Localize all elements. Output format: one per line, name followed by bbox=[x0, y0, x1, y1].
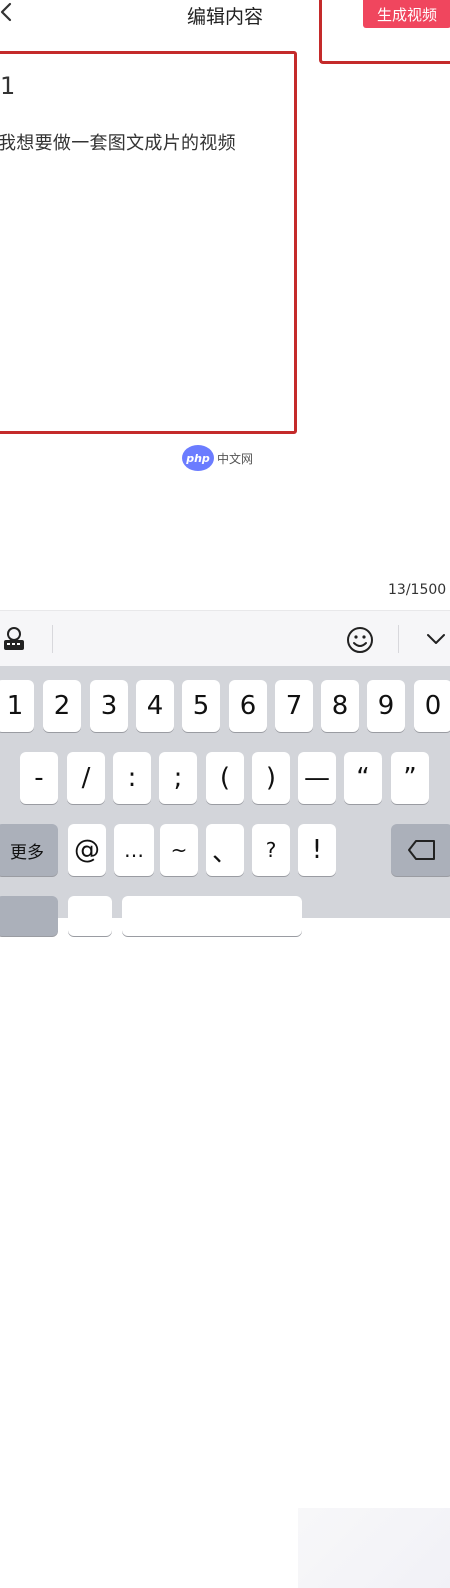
keyboard-toolbar bbox=[0, 610, 450, 667]
generate-video-button[interactable]: 生成视频 bbox=[363, 0, 450, 28]
key-left-quote[interactable]: “ bbox=[344, 752, 382, 804]
key-2[interactable]: 2 bbox=[43, 680, 81, 732]
key-0[interactable]: 0 bbox=[414, 680, 450, 732]
key-at[interactable]: @ bbox=[68, 824, 106, 876]
editor-content-text[interactable]: 我想要做一套图文成片的视频 bbox=[0, 129, 236, 155]
voice-keyboard-icon[interactable] bbox=[0, 625, 28, 657]
key-3[interactable]: 3 bbox=[90, 680, 128, 732]
key-question[interactable]: ? bbox=[252, 824, 290, 876]
key-hyphen[interactable]: - bbox=[20, 752, 58, 804]
key-4[interactable]: 4 bbox=[136, 680, 174, 732]
collapse-chevron-icon[interactable] bbox=[425, 631, 447, 651]
toolbar-divider bbox=[52, 625, 53, 653]
key-9[interactable]: 9 bbox=[367, 680, 405, 732]
key-5[interactable]: 5 bbox=[182, 680, 220, 732]
watermark-text: 中文网 bbox=[217, 451, 254, 466]
key-colon[interactable]: : bbox=[113, 752, 151, 804]
key-tilde[interactable]: ~ bbox=[160, 824, 198, 876]
key-em-dash[interactable]: — bbox=[298, 752, 336, 804]
key-left-paren[interactable]: ( bbox=[206, 752, 244, 804]
key-comma[interactable] bbox=[68, 896, 112, 936]
watermark: php 中文网 bbox=[182, 445, 253, 471]
key-8[interactable]: 8 bbox=[321, 680, 359, 732]
key-1[interactable]: 1 bbox=[0, 680, 34, 732]
blurred-region bbox=[298, 1508, 450, 1588]
key-more[interactable]: 更多 bbox=[0, 824, 58, 876]
key-right-paren[interactable]: ) bbox=[252, 752, 290, 804]
key-ellipsis[interactable]: … bbox=[114, 824, 154, 876]
emoji-icon[interactable] bbox=[345, 625, 375, 659]
backspace-icon bbox=[408, 840, 435, 860]
key-symbols-switch[interactable] bbox=[0, 896, 58, 936]
key-right-quote[interactable]: ” bbox=[391, 752, 429, 804]
key-slash[interactable]: / bbox=[67, 752, 105, 804]
key-6[interactable]: 6 bbox=[229, 680, 267, 732]
key-enum-comma[interactable]: 、 bbox=[206, 824, 244, 876]
annotation-frame-editor bbox=[0, 51, 297, 434]
character-count: 13/1500 bbox=[388, 582, 447, 598]
key-semicolon[interactable]: ; bbox=[159, 752, 197, 804]
keyboard: 1 2 3 4 5 6 7 8 9 0 - / : ; ( ) — “ ” 更多… bbox=[0, 666, 450, 1588]
watermark-logo: php bbox=[182, 445, 214, 471]
toolbar-divider bbox=[398, 625, 399, 653]
key-backspace[interactable] bbox=[391, 824, 450, 876]
key-exclaim[interactable]: ! bbox=[298, 824, 336, 876]
key-7[interactable]: 7 bbox=[275, 680, 313, 732]
key-space[interactable] bbox=[122, 896, 302, 936]
header-bar: 编辑内容 生成视频 bbox=[0, 0, 450, 64]
editor-line-number: 1 bbox=[0, 72, 16, 100]
